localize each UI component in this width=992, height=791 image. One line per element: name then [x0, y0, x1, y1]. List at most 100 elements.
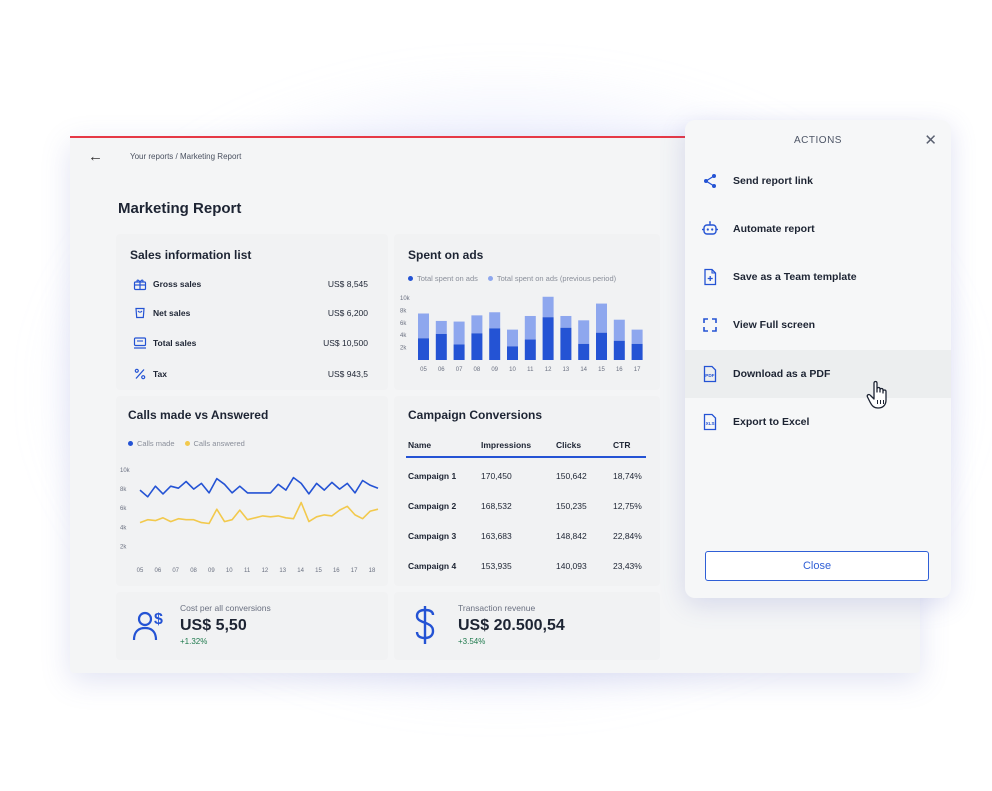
action-label: Save as a Team template — [733, 271, 857, 283]
x-tick-label: 13 — [563, 367, 570, 373]
kpi-value: US$ 20.500,54 — [458, 617, 565, 634]
table-cell: 148,842 — [556, 531, 587, 541]
action-label: Automate report — [733, 223, 815, 235]
sales-row-value: US$ 943,5 — [327, 369, 368, 379]
svg-text:$: $ — [154, 611, 163, 628]
spent-card-title: Spent on ads — [408, 248, 484, 262]
bar-previous — [489, 312, 501, 329]
campaign-card-title: Campaign Conversions — [408, 408, 543, 422]
page-title: Marketing Report — [118, 200, 242, 217]
xls-icon: XLS — [703, 413, 717, 431]
sales-row-value: US$ 8,545 — [327, 279, 368, 289]
y-tick-label: 10k — [400, 296, 411, 302]
close-icon[interactable]: ✕ — [924, 131, 937, 149]
legend-label: Total spent on ads (previous period) — [496, 274, 617, 283]
sales-row-label: Gross sales — [153, 279, 202, 289]
action-view-full-screen[interactable]: View Full screen — [685, 301, 951, 349]
y-tick-label: 6k — [120, 506, 127, 512]
table-cell: Campaign 3 — [408, 531, 457, 541]
x-tick-label: 09 — [491, 367, 498, 373]
bar-previous — [471, 315, 483, 334]
share-icon — [704, 174, 716, 188]
x-tick-label: 18 — [369, 568, 376, 574]
action-save-team-template[interactable]: Save as a Team template — [685, 253, 951, 301]
y-tick-label: 10k — [120, 468, 131, 474]
user-dollar-icon: $ — [132, 611, 163, 641]
table-header-underline — [406, 456, 646, 458]
x-tick-label: 10 — [226, 568, 233, 574]
x-tick-label: 05 — [420, 367, 427, 373]
table-cell: 168,532 — [481, 501, 512, 511]
bar-previous — [524, 315, 536, 340]
actions-panel: ACTIONS ✕ Send report link Automate repo… — [685, 120, 951, 598]
bar-previous — [453, 321, 465, 345]
table-cell: 153,935 — [481, 561, 512, 571]
x-tick-label: 08 — [190, 568, 197, 574]
kpi-card-cost: $ Cost per all conversions US$ 5,50 +1.3… — [116, 592, 388, 660]
x-tick-label: 08 — [474, 367, 481, 373]
table-cell: 23,43% — [613, 561, 642, 571]
calls-line-chart: 2k 4k 6k 8k 10k 05 06 07 08 09 10 11 12 13 14 15 16 17 18 — [120, 468, 379, 574]
y-tick-label: 4k — [120, 525, 127, 531]
sales-row-label: Total sales — [153, 338, 197, 348]
y-tick-label: 4k — [400, 333, 407, 339]
x-tick-label: 07 — [172, 568, 179, 574]
gift-icon — [133, 279, 147, 291]
campaign-card: Campaign Conversions Name Impressions Cl… — [394, 396, 660, 586]
x-tick-label: 15 — [315, 568, 322, 574]
x-tick-label: 16 — [333, 568, 340, 574]
action-label: View Full screen — [733, 319, 816, 331]
table-header: Clicks — [556, 440, 582, 450]
bar-current — [560, 327, 572, 360]
legend-label: Calls made — [137, 439, 175, 448]
pdf-icon: PDF — [703, 365, 717, 383]
x-tick-label: 13 — [279, 568, 286, 574]
breadcrumb[interactable]: Your reports / Marketing Report — [130, 152, 241, 161]
back-arrow-icon[interactable]: ← — [88, 148, 103, 165]
action-automate-report[interactable]: Automate report — [685, 205, 951, 253]
dollar-icon — [415, 606, 435, 644]
action-label: Export to Excel — [733, 416, 810, 428]
sales-card: Sales information list Gross sales US$ 8… — [116, 234, 388, 390]
bar-current — [507, 346, 518, 360]
legend-label: Total spent on ads — [417, 274, 478, 283]
table-cell: 163,683 — [481, 531, 512, 541]
series-line-calls-made — [139, 476, 379, 498]
bar-current — [596, 332, 607, 360]
bar-current — [435, 333, 447, 360]
x-tick-label: 12 — [262, 568, 269, 574]
table-cell: 22,84% — [613, 531, 642, 541]
x-tick-label: 11 — [527, 367, 534, 373]
x-tick-label: 12 — [545, 367, 552, 373]
action-download-pdf[interactable]: PDF Download as a PDF — [685, 350, 951, 398]
x-tick-label: 14 — [580, 367, 587, 373]
bar-current — [631, 343, 643, 360]
close-button[interactable]: Close — [705, 551, 929, 581]
cart-icon — [135, 307, 145, 319]
x-tick-label: 14 — [297, 568, 304, 574]
legend-dot — [184, 441, 190, 446]
calls-legend: Calls made Calls answered — [128, 439, 245, 448]
sales-card-title: Sales information list — [130, 248, 252, 262]
x-tick-label: 05 — [137, 568, 144, 574]
table-cell: Campaign 1 — [408, 471, 457, 481]
bar-previous — [631, 329, 643, 344]
bar-previous — [418, 313, 429, 339]
action-send-report-link[interactable]: Send report link — [685, 157, 951, 205]
bar-current — [418, 338, 429, 360]
svg-text:XLS: XLS — [706, 421, 715, 426]
y-tick-label: 8k — [120, 487, 127, 493]
fullscreen-icon — [703, 318, 717, 332]
legend-dot — [128, 441, 133, 446]
x-tick-label: 17 — [351, 568, 358, 574]
kpi-label: Cost per all conversions — [180, 603, 271, 613]
y-tick-label: 2k — [400, 346, 407, 352]
bar-previous — [596, 303, 607, 333]
file-plus-icon — [704, 268, 717, 286]
legend-dot — [408, 276, 413, 281]
calls-card-title: Calls made vs Answered — [128, 408, 269, 422]
legend-dot — [487, 276, 493, 281]
action-export-excel[interactable]: XLS Export to Excel — [685, 398, 951, 446]
sales-row-label: Net sales — [153, 308, 191, 318]
bar-current — [578, 343, 590, 360]
